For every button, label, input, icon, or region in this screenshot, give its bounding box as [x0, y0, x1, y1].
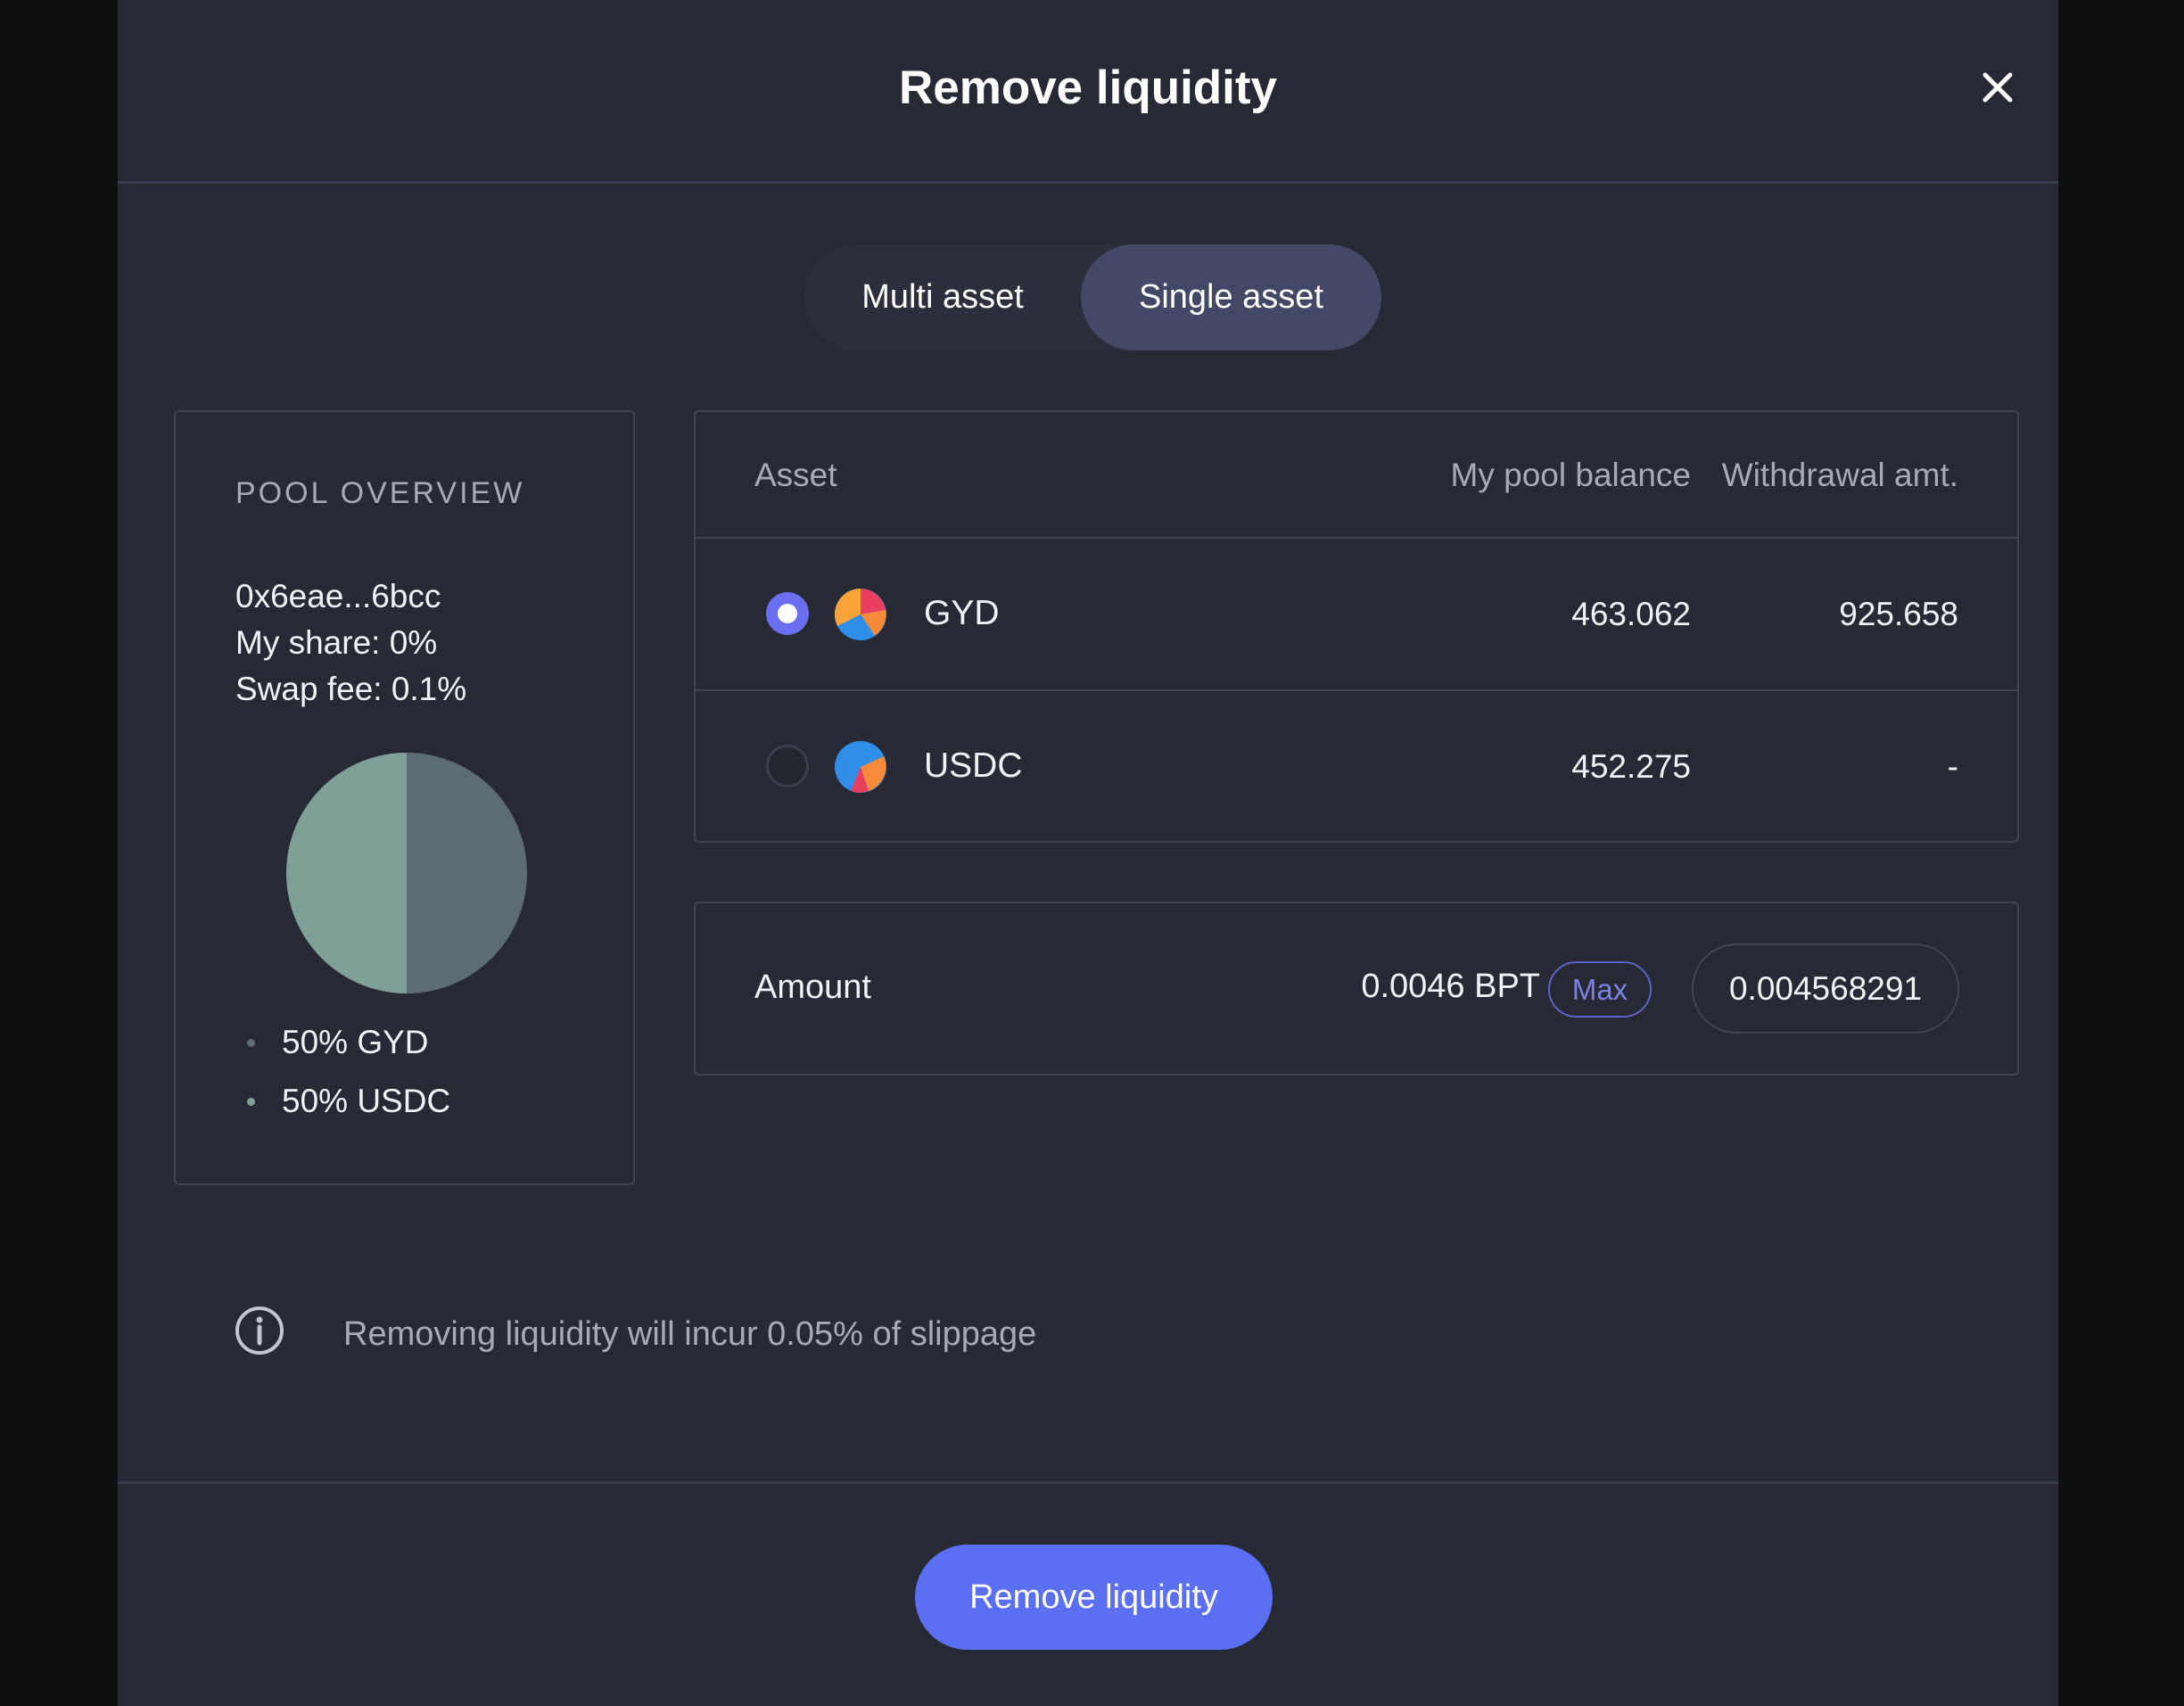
pool-composition-pie: [286, 753, 527, 993]
modal-header: Remove liquidity: [118, 0, 2058, 184]
pool-overview-heading: POOL OVERVIEW: [235, 476, 525, 510]
legend-label: 50% GYD: [282, 1024, 429, 1060]
asset-mode-toggle: Multi asset Single asset: [804, 244, 1381, 350]
usdc-token-icon: [835, 741, 886, 793]
pie-slice-gyd: [286, 753, 407, 993]
withdrawal-amount: -: [1947, 748, 1958, 785]
slippage-info-text: Removing liquidity will incur 0.05% of s…: [343, 1315, 1037, 1353]
legend-item-gyd: 50% GYD: [247, 1024, 429, 1061]
token-name: USDC: [924, 746, 1023, 785]
legend-dot: [247, 1097, 255, 1106]
remove-liquidity-modal: Remove liquidity Multi asset Single asse…: [118, 0, 2058, 1706]
pie-slice-usdc: [407, 753, 527, 993]
usdc-radio-button[interactable]: [766, 745, 809, 787]
pool-address: 0x6eae...6bcc: [235, 578, 441, 614]
token-name: GYD: [924, 594, 1000, 632]
table-row[interactable]: GYD 463.062 925.658: [696, 539, 2017, 688]
withdrawal-amount: 925.658: [1839, 596, 1958, 632]
column-header-asset: Asset: [754, 457, 837, 493]
legend-item-usdc: 50% USDC: [247, 1083, 450, 1120]
my-share: My share: 0%: [235, 624, 438, 661]
tab-multi-asset[interactable]: Multi asset: [804, 244, 1081, 350]
gyd-radio-button[interactable]: [766, 592, 809, 635]
table-row[interactable]: USDC 452.275 -: [696, 691, 2017, 841]
remove-liquidity-button[interactable]: Remove liquidity: [915, 1545, 1273, 1650]
info-icon: [235, 1306, 284, 1355]
close-button[interactable]: [1973, 62, 2023, 112]
modal-footer: Remove liquidity: [118, 1481, 2058, 1706]
max-button[interactable]: Max: [1548, 961, 1652, 1018]
amount-input[interactable]: [1692, 944, 1959, 1034]
legend-label: 50% USDC: [282, 1083, 451, 1119]
bpt-balance: 0.0046 BPT: [1361, 968, 1540, 1005]
amount-label: Amount: [754, 968, 871, 1006]
pool-overview-panel: POOL OVERVIEW 0x6eae...6bcc My share: 0%…: [174, 410, 635, 1185]
swap-fee: Swap fee: 0.1%: [235, 671, 467, 707]
amount-panel: Amount 0.0046 BPT Max: [694, 902, 2019, 1076]
pool-balance: 452.275: [1571, 748, 1691, 785]
legend-dot: [247, 1038, 255, 1047]
column-header-balance: My pool balance: [1450, 457, 1691, 493]
gyd-token-icon: [835, 589, 886, 640]
close-icon: [1982, 72, 2013, 103]
tab-single-asset[interactable]: Single asset: [1081, 244, 1381, 350]
column-header-withdrawal: Withdrawal amt.: [1721, 457, 1958, 493]
pool-balance: 463.062: [1571, 596, 1691, 632]
asset-table: Asset My pool balance Withdrawal amt. GY…: [694, 410, 2019, 843]
modal-title: Remove liquidity: [898, 62, 1278, 114]
